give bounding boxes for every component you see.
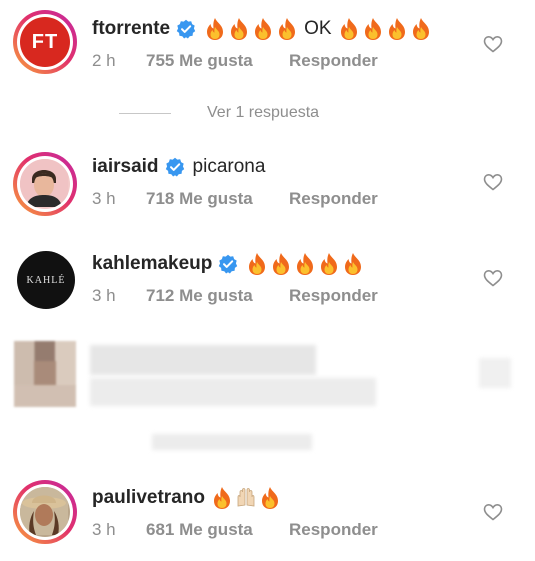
comment-text: picarona [192, 156, 266, 177]
avatar-blurred [14, 341, 76, 407]
heart-icon[interactable] [483, 35, 503, 53]
avatar[interactable]: KAHLÉ [17, 251, 75, 309]
heart-icon[interactable] [483, 269, 503, 287]
username[interactable]: ftorrente [92, 17, 170, 41]
avatar[interactable] [13, 152, 77, 216]
view-replies-link[interactable]: Ver 1 respuesta [119, 104, 319, 122]
brand-logo: KAHLÉ [26, 274, 66, 286]
fire-emoji-icon [270, 252, 292, 276]
like-count[interactable]: 712 Me gusta [146, 286, 289, 306]
reply-button[interactable]: Responder [289, 51, 378, 71]
emoji-group [211, 486, 283, 510]
reply-button[interactable]: Responder [289, 286, 378, 306]
profile-photo [20, 487, 68, 535]
fire-emoji-icon [276, 17, 298, 41]
fire-emoji-icon [338, 17, 360, 41]
fire-emoji-icon [228, 17, 250, 41]
fire-emoji-icon [211, 486, 233, 510]
fire-emoji-icon [342, 252, 364, 276]
fire-emoji-icon [246, 252, 268, 276]
raising-hands-emoji-icon [235, 486, 257, 510]
fire-emoji-group [204, 17, 300, 41]
reply-button[interactable]: Responder [289, 520, 378, 540]
comment-time: 3 h [92, 520, 116, 540]
view-replies-label: Ver 1 respuesta [207, 104, 320, 121]
like-count[interactable]: 718 Me gusta [146, 189, 289, 209]
fire-emoji-icon [259, 486, 281, 510]
avatar-label: FT [31, 30, 59, 53]
comment-time: 2 h [92, 51, 116, 71]
username[interactable]: iairsaid [92, 155, 159, 179]
like-count[interactable]: 755 Me gusta [146, 51, 289, 71]
fire-emoji-icon [410, 17, 432, 41]
divider [119, 112, 171, 114]
text-blurred [90, 345, 316, 375]
profile-photo [20, 159, 68, 207]
verified-badge-icon [165, 157, 185, 177]
comment-text: OK [304, 18, 332, 39]
avatar[interactable] [13, 480, 77, 544]
verified-badge-icon [176, 19, 196, 39]
verified-badge-icon [218, 254, 238, 274]
fire-emoji-icon [362, 17, 384, 41]
like-count[interactable]: 681 Me gusta [146, 520, 289, 540]
username[interactable]: paulivetrano [92, 486, 205, 510]
fire-emoji-icon [204, 17, 226, 41]
fire-emoji-icon [294, 252, 316, 276]
fire-emoji-icon [386, 17, 408, 41]
fire-emoji-group [338, 17, 434, 41]
avatar[interactable]: FT [13, 10, 77, 74]
fire-emoji-group [246, 252, 366, 276]
reply-button[interactable]: Responder [289, 189, 378, 209]
heart-icon[interactable] [483, 173, 503, 191]
fire-emoji-icon [252, 17, 274, 41]
comment-time: 3 h [92, 286, 116, 306]
fire-emoji-icon [318, 252, 340, 276]
username[interactable]: kahlemakeup [92, 252, 212, 276]
comment-time: 3 h [92, 189, 116, 208]
heart-icon[interactable] [483, 503, 503, 521]
